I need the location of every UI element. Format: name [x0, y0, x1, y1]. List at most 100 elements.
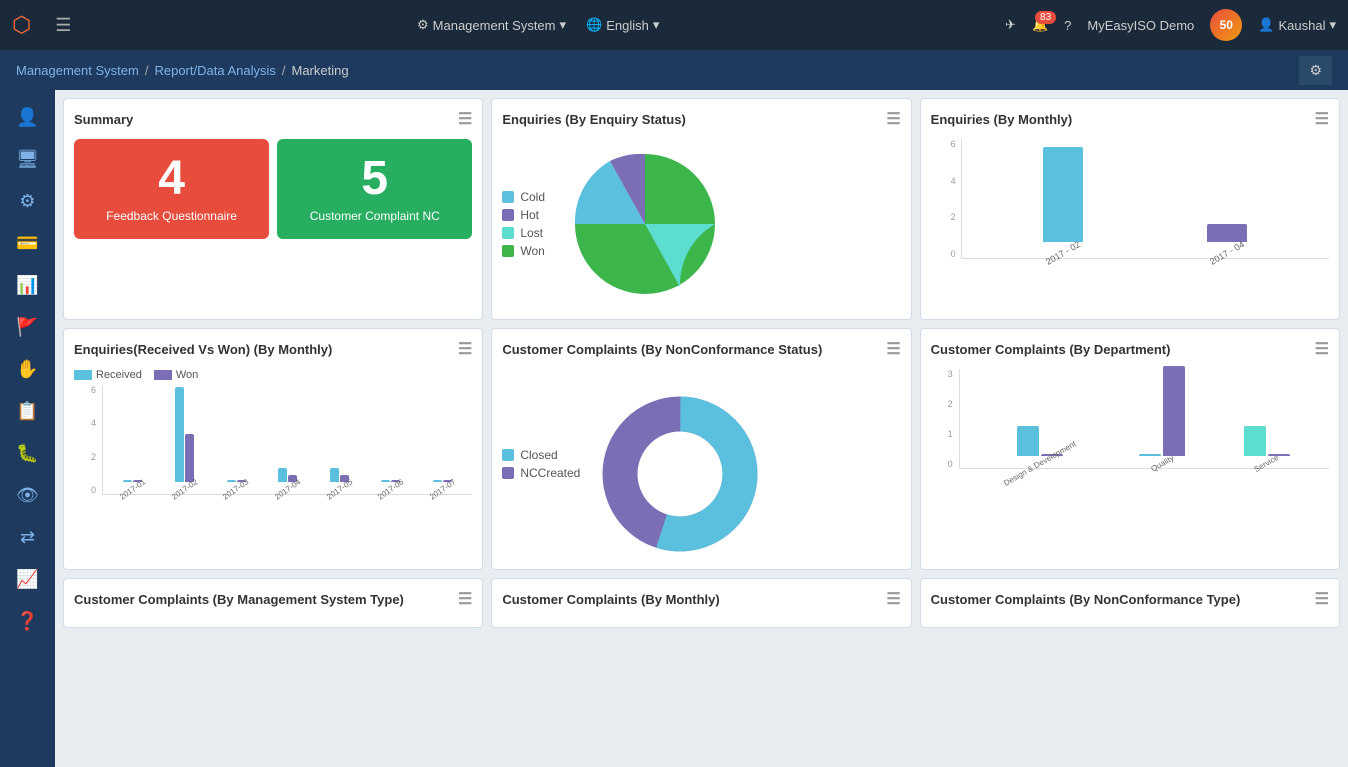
- complaints-status-card: Customer Complaints (By NonConformance S…: [491, 328, 911, 570]
- breadcrumb-report[interactable]: Report/Data Analysis: [154, 63, 275, 78]
- summary-menu-icon[interactable]: ☰: [458, 109, 472, 129]
- brand-logo[interactable]: ⬡: [12, 12, 31, 38]
- navbar-center: ⚙ Management System ▾ 🌐 English ▾: [87, 17, 989, 33]
- y4: 4: [931, 176, 956, 186]
- yd3: 3: [931, 369, 953, 379]
- sidebar-item-eye[interactable]: 👁: [7, 476, 49, 514]
- dropdown-arrow-lang: ▾: [653, 17, 660, 33]
- bar-group-design: Design & Development: [999, 426, 1081, 468]
- bar-pair-feb: [175, 387, 194, 482]
- complaint-label: Customer Complaint NC: [287, 209, 462, 223]
- bar-jul-rec: [433, 480, 442, 482]
- feedback-tile[interactable]: 4 Feedback Questionnaire: [74, 139, 269, 239]
- bar-feb-2017: 2017 - 02: [1043, 147, 1083, 258]
- gear-icon: ⚙: [417, 17, 429, 33]
- bottom-card-monthly: Customer Complaints (By Monthly) ☰: [491, 578, 911, 628]
- enquiry-status-card: Enquiries (By Enquiry Status) ☰ Cold Hot: [491, 98, 911, 320]
- yd0: 0: [931, 459, 953, 469]
- bottom-row: Customer Complaints (By Management Syste…: [63, 578, 1340, 628]
- enquiry-vs-won-header: Enquiries(Received Vs Won) (By Monthly) …: [74, 339, 472, 359]
- breadcrumb-home[interactable]: Management System: [16, 63, 139, 78]
- sidebar-item-bug[interactable]: 🐛: [7, 434, 49, 472]
- sidebar-item-user[interactable]: 👤: [7, 98, 49, 136]
- bar-mar-rec: [227, 480, 236, 482]
- connect-icon[interactable]: ✈: [1005, 17, 1016, 33]
- closed-label: Closed: [520, 448, 557, 462]
- sep2: /: [282, 63, 286, 78]
- sidebar-item-chart[interactable]: 📊: [7, 266, 49, 304]
- enquiry-vs-won-card: Enquiries(Received Vs Won) (By Monthly) …: [63, 328, 483, 570]
- bar-feb: [1043, 147, 1083, 242]
- demo-label: MyEasyISO Demo: [1087, 18, 1194, 33]
- cold-dot: [502, 191, 514, 203]
- dropdown-arrow-user: ▾: [1329, 17, 1336, 33]
- legend-nccreated: NCCreated: [502, 466, 580, 480]
- bar-apr-rec: [278, 468, 287, 482]
- lost-dot: [502, 227, 514, 239]
- donut-area: Closed NCCreated: [502, 369, 900, 559]
- help-button[interactable]: ?: [1064, 18, 1071, 33]
- management-system-menu[interactable]: ⚙ Management System ▾: [417, 17, 566, 33]
- vs-won-bar-wrapper: 6 4 2 0 2017-01: [74, 385, 472, 495]
- sidebar-item-clipboard[interactable]: 📋: [7, 392, 49, 430]
- legend-lost: Lost: [502, 226, 545, 240]
- sidebar-item-monitor[interactable]: 🖥: [7, 140, 49, 178]
- bar-feb-won: [185, 434, 194, 482]
- enquiry-pie-chart: [555, 139, 735, 309]
- complaints-dept-card: Customer Complaints (By Department) ☰ 3 …: [920, 328, 1340, 570]
- summary-tiles: 4 Feedback Questionnaire 5 Customer Comp…: [74, 139, 472, 239]
- navbar: ⬡ ☰ ⚙ Management System ▾ 🌐 English ▾ ✈ …: [0, 0, 1348, 50]
- enquiry-legend: Cold Hot Lost Won: [502, 190, 545, 258]
- bar-group-service: Service: [1244, 426, 1290, 468]
- bar-group-apr2: 2017-04: [273, 468, 302, 494]
- language-menu[interactable]: 🌐 English ▾: [586, 17, 659, 33]
- sep1: /: [145, 63, 149, 78]
- dropdown-arrow: ▾: [560, 17, 567, 33]
- bar-jun-rec: [381, 480, 390, 482]
- enquiry-monthly-menu-icon[interactable]: ☰: [1315, 109, 1329, 129]
- complaints-status-menu[interactable]: ☰: [886, 339, 900, 359]
- enquiry-monthly-header: Enquiries (By Monthly) ☰: [931, 109, 1329, 129]
- y-axis-dept: 3 2 1 0: [931, 369, 953, 469]
- bottom-card-monthly-header: Customer Complaints (By Monthly) ☰: [502, 589, 900, 609]
- breadcrumb: Management System / Report/Data Analysis…: [0, 50, 1348, 90]
- enquiry-monthly-title: Enquiries (By Monthly): [931, 112, 1073, 127]
- notification-count: 83: [1035, 11, 1056, 24]
- lost-label: Lost: [520, 226, 543, 240]
- sidebar-item-flag[interactable]: 🚩: [7, 308, 49, 346]
- enquiry-status-menu-icon[interactable]: ☰: [886, 109, 900, 129]
- sidebar-item-hand[interactable]: ✋: [7, 350, 49, 388]
- sidebar-item-arrows[interactable]: ⇄: [7, 518, 49, 556]
- yd1: 1: [931, 429, 953, 439]
- main-content: Summary ☰ 4 Feedback Questionnaire 5 Cus…: [55, 90, 1348, 767]
- avatar[interactable]: 50: [1210, 9, 1242, 41]
- sidebar-item-trending[interactable]: 📈: [7, 560, 49, 598]
- user-menu[interactable]: 👤 Kaushal ▾: [1258, 17, 1336, 33]
- bottom-card-mgmt-header: Customer Complaints (By Management Syste…: [74, 589, 472, 609]
- bar-group-may: 2017-05: [325, 468, 354, 494]
- notification-bell[interactable]: 🔔83: [1032, 17, 1048, 33]
- donut-legend: Closed NCCreated: [502, 448, 580, 480]
- complaints-dept-menu[interactable]: ☰: [1315, 339, 1329, 359]
- complaint-count: 5: [287, 155, 462, 203]
- hamburger-icon[interactable]: ☰: [55, 15, 71, 36]
- sidebar-item-network[interactable]: ⚙: [7, 182, 49, 220]
- label-service: Service: [1253, 453, 1281, 474]
- bottom-card-nc-type-menu[interactable]: ☰: [1315, 589, 1329, 609]
- bar-group-jan: 2017-01: [118, 480, 147, 494]
- complaint-tile[interactable]: 5 Customer Complaint NC: [277, 139, 472, 239]
- complaints-status-header: Customer Complaints (By NonConformance S…: [502, 339, 900, 359]
- settings-button[interactable]: ⚙: [1299, 56, 1332, 85]
- yvw6: 6: [74, 385, 96, 395]
- bottom-card-monthly-menu[interactable]: ☰: [886, 589, 900, 609]
- closed-dot: [502, 449, 514, 461]
- summary-card: Summary ☰ 4 Feedback Questionnaire 5 Cus…: [63, 98, 483, 320]
- nccreated-label: NCCreated: [520, 466, 580, 480]
- sidebar-item-help[interactable]: ❓: [7, 602, 49, 640]
- feedback-count: 4: [84, 155, 259, 203]
- bar-pair-service: [1244, 426, 1290, 456]
- sidebar-item-card[interactable]: 💳: [7, 224, 49, 262]
- enquiry-vs-won-menu[interactable]: ☰: [458, 339, 472, 359]
- bottom-card-mgmt-menu[interactable]: ☰: [458, 589, 472, 609]
- summary-card-header: Summary ☰: [74, 109, 472, 129]
